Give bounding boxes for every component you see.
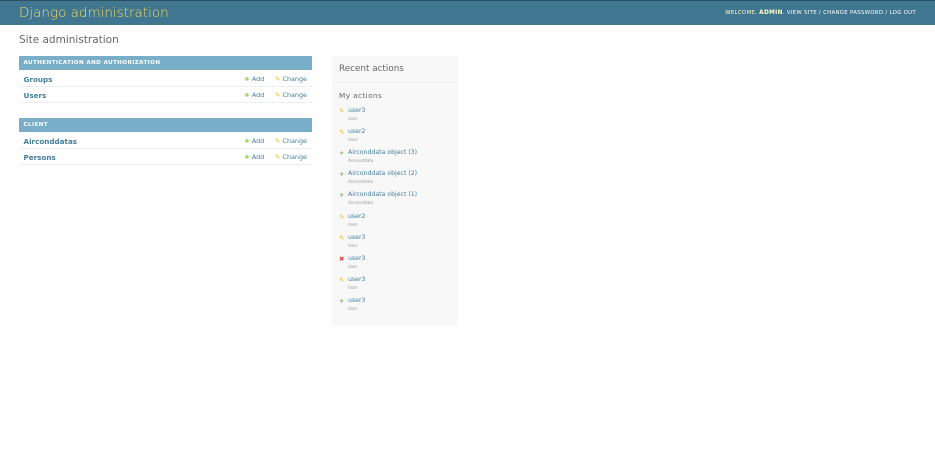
plus-icon: + <box>339 149 345 158</box>
change-label: Change <box>282 153 307 161</box>
change-link[interactable]: ✎ Change <box>275 153 307 161</box>
separator: / <box>885 10 888 16</box>
add-link[interactable]: + Add <box>244 75 264 83</box>
recent-action-link[interactable]: user3 <box>348 107 365 114</box>
pencil-icon: ✎ <box>339 212 345 221</box>
plus-icon: + <box>244 153 250 161</box>
model-link-users[interactable]: Users <box>24 91 47 100</box>
recent-action-link[interactable]: user3 <box>348 255 365 262</box>
app-caption[interactable]: CLIENT <box>19 118 312 132</box>
recent-action-link[interactable]: user3 <box>348 297 365 304</box>
add-label: Add <box>251 91 265 99</box>
recent-action-type: Airconddata <box>348 200 374 206</box>
cross-icon: ✖ <box>339 254 345 263</box>
plus-icon: + <box>244 136 250 145</box>
pencil-icon: ✎ <box>339 128 345 137</box>
model-link-groups[interactable]: Groups <box>24 75 53 84</box>
model-link-airconddatas[interactable]: Airconddatas <box>24 137 78 146</box>
pencil-icon: ✎ <box>275 74 281 83</box>
plus-icon: + <box>339 191 345 200</box>
view-site-link[interactable]: VIEW SITE <box>787 10 817 16</box>
model-row-airconddatas: Airconddatas + Add ✎ Change <box>19 132 312 149</box>
plus-icon: + <box>339 296 345 305</box>
divider <box>332 82 458 83</box>
recent-action-link[interactable]: user3 <box>348 234 365 241</box>
model-row-users: Users + Add ✎ Change <box>19 87 312 103</box>
change-label: Change <box>282 91 307 99</box>
user-tools: WELCOME, ADMIN. VIEW SITE / CHANGE PASSW… <box>725 10 916 16</box>
add-link[interactable]: + Add <box>244 137 264 145</box>
pencil-icon: ✎ <box>275 153 281 161</box>
recent-action-type: User <box>348 263 358 269</box>
my-actions-title: My actions <box>339 91 383 100</box>
recent-action-type: User <box>348 137 358 143</box>
app-module-auth: AUTHENTICATION AND AUTHORIZATION Groups … <box>19 56 312 103</box>
recent-actions-module: Recent actions My actions ✎ user3 User ✎ use… <box>332 56 458 326</box>
add-label: Add <box>251 153 265 161</box>
recent-action-type: Airconddata <box>348 158 374 164</box>
pencil-icon: ✎ <box>275 91 281 99</box>
pencil-icon: ✎ <box>339 233 345 242</box>
pencil-icon: ✎ <box>275 136 281 145</box>
plus-icon: + <box>244 74 250 83</box>
pencil-icon: ✎ <box>339 275 345 284</box>
site-branding[interactable]: Django administration <box>19 5 169 21</box>
app-module-client: CLIENT Airconddatas + Add ✎ Change Perso… <box>19 118 312 165</box>
add-link[interactable]: + Add <box>244 91 264 99</box>
change-link[interactable]: ✎ Change <box>275 75 307 83</box>
model-link-persons[interactable]: Persons <box>24 153 56 162</box>
recent-action-type: User <box>348 242 358 248</box>
recent-action-link[interactable]: user2 <box>348 128 365 135</box>
plus-icon: + <box>244 91 250 99</box>
change-label: Change <box>282 136 307 145</box>
recent-action-type: User <box>348 305 358 311</box>
change-link[interactable]: ✎ Change <box>275 91 307 99</box>
plus-icon: + <box>339 170 345 179</box>
add-link[interactable]: + Add <box>244 153 264 161</box>
recent-action-link[interactable]: user2 <box>348 213 365 220</box>
welcome-text: WELCOME, <box>725 10 758 16</box>
recent-action-link[interactable]: Airconddata object (2) <box>348 170 417 177</box>
recent-action-type: User <box>348 284 358 290</box>
pencil-icon: ✎ <box>339 107 345 115</box>
recent-action-type: User <box>348 221 358 227</box>
recent-actions-title: Recent actions <box>339 64 404 74</box>
recent-action-type: User <box>348 116 358 121</box>
page-title: Site administration <box>19 34 119 46</box>
add-label: Add <box>251 74 265 83</box>
app-caption[interactable]: AUTHENTICATION AND AUTHORIZATION <box>19 56 312 70</box>
header: Django administration WELCOME, ADMIN. VI… <box>0 0 935 25</box>
change-label: Change <box>282 74 307 83</box>
change-password-link[interactable]: CHANGE PASSWORD <box>823 10 883 16</box>
username: ADMIN <box>759 10 783 16</box>
logout-link[interactable]: LOG OUT <box>889 10 916 16</box>
recent-action-link[interactable]: Airconddata object (1) <box>348 191 417 198</box>
recent-action-type: Airconddata <box>348 179 374 185</box>
change-link[interactable]: ✎ Change <box>275 137 307 145</box>
add-label: Add <box>251 136 265 145</box>
model-row-groups: Groups + Add ✎ Change <box>19 70 312 87</box>
separator: / <box>818 10 822 16</box>
recent-action-link[interactable]: user3 <box>348 276 365 283</box>
model-row-persons: Persons + Add ✎ Change <box>19 149 312 165</box>
recent-action-link[interactable]: Airconddata object (3) <box>348 149 417 156</box>
